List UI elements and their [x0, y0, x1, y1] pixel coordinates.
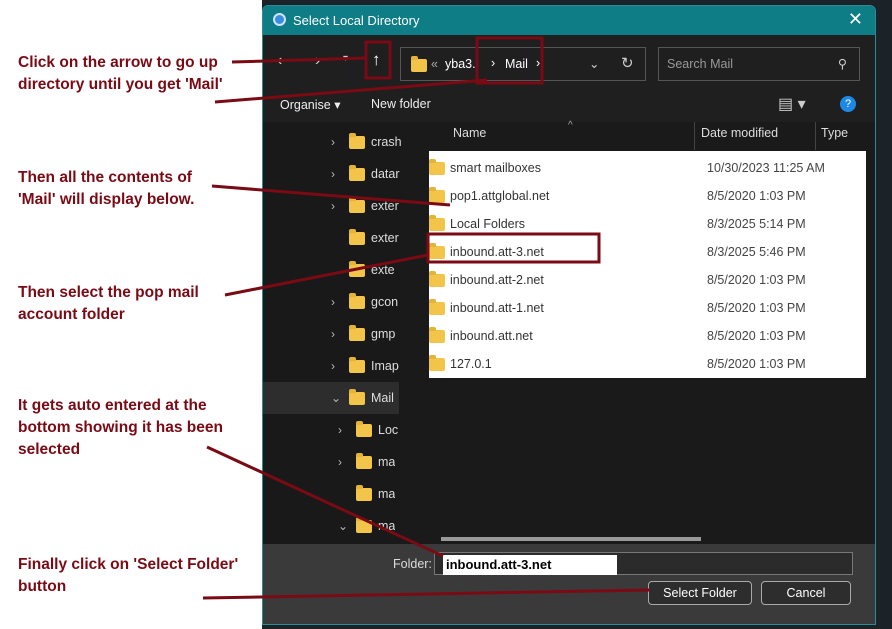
highlight-up-arrow	[364, 40, 392, 80]
highlight-selected-folder	[426, 232, 601, 264]
pointer-line	[224, 253, 429, 297]
pointer-line	[231, 56, 367, 64]
pointer-line	[206, 445, 444, 558]
pointer-line	[211, 184, 451, 207]
pointer-line	[214, 78, 488, 104]
annotation-overlay	[202, 36, 651, 600]
pointer-line	[202, 588, 651, 600]
highlight-mail-breadcrumb	[475, 36, 544, 85]
